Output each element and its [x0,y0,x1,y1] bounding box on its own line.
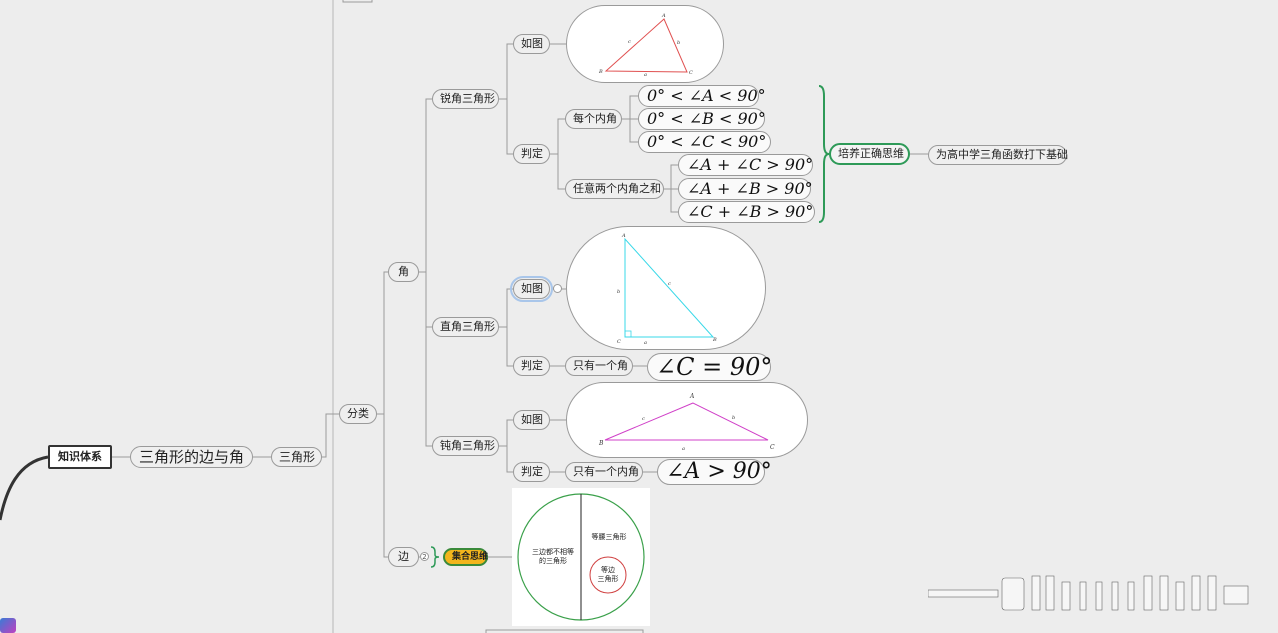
obtuse-side-b: b [732,415,735,421]
collapse-count: 2 [422,553,427,561]
obtuse-vertex-b: B [598,440,604,447]
condition-angle-c-text: 0° < ∠C < 90° [647,132,767,151]
right-vertex-b: B [712,337,717,343]
right-side-b: b [617,289,620,295]
condition-angle-c[interactable]: 0° < ∠C < 90° [638,131,771,153]
venn-diagram: 三边都不相等 的三角形 等腰三角形 等边 三角形 [512,488,650,626]
acute-vertex-b: B [598,69,603,75]
condition-sum-ab-text: ∠A + ∠B > 90° [687,179,813,198]
obtuse-triangle-shape [604,402,769,441]
right-side-a: a [644,340,647,346]
condition-angle-a[interactable]: 0° < ∠A < 90° [638,85,766,107]
right-side-c: c [668,281,671,287]
venn-inner-label-1: 等边 [601,565,615,574]
right-condition[interactable]: ∠C = 90° [647,353,773,381]
acute-side-a: a [644,72,647,78]
right-figure-node[interactable]: 如图 [510,276,553,302]
summary-note-node[interactable]: 为高中学三角函数打下基础 [928,145,1068,165]
condition-sum-ac-text: ∠A + ∠C > 90° [687,155,814,174]
set-thinking-label: 集合思维 [452,552,489,562]
angle-node[interactable]: 角 [388,262,419,282]
classify-node[interactable]: 分类 [339,404,377,424]
acute-triangle-label: 锐角三角形 [440,92,495,105]
obtuse-side-c: c [642,416,645,422]
right-triangle-node[interactable]: 直角三角形 [432,317,499,337]
set-thinking-node[interactable]: 集合思维 [443,548,488,566]
classify-label: 分类 [347,407,369,420]
right-vertex-a: A [621,233,626,239]
obtuse-condition-text: ∠A > 90° [666,459,772,484]
venn-inner-label-2: 三角形 [598,574,619,583]
side-node[interactable]: 边 [388,547,419,567]
acute-vertex-a: A [661,13,666,19]
angle-label: 角 [398,265,409,278]
condition-sum-ab[interactable]: ∠A + ∠B > 90° [678,178,813,200]
summary-note-label: 为高中学三角函数打下基础 [936,148,1068,161]
venn-left-label-2: 的三角形 [539,556,567,565]
sum-angle-label: 任意两个内角之和 [573,182,661,195]
obtuse-triangle-figure: A B C a b c [566,382,808,458]
right-angle-mark [624,330,632,338]
venn-left-label-1: 三边都不相等 [532,547,574,556]
condition-sum-cb-text: ∠C + ∠B > 90° [687,202,814,221]
right-condition-text: ∠C = 90° [656,353,773,381]
acute-vertex-c: C [689,70,693,76]
obtuse-side-a: a [682,446,685,452]
right-judge-label: 判定 [521,359,543,372]
obtuse-figure-node[interactable]: 如图 [513,410,550,430]
app-corner-icon[interactable] [0,618,16,633]
acute-side-b: b [677,40,680,46]
acute-triangle-node[interactable]: 锐角三角形 [432,89,499,109]
obtuse-only-one-label: 只有一个内角 [573,465,639,478]
acute-triangle-shape [604,18,688,73]
acute-judge-label: 判定 [521,147,543,160]
acute-figure-label: 如图 [521,37,543,50]
each-angle-node[interactable]: 每个内角 [565,109,622,129]
obtuse-condition[interactable]: ∠A > 90° [657,459,772,485]
condition-angle-b-text: 0° < ∠B < 90° [647,109,766,128]
obtuse-triangle-label: 钝角三角形 [440,439,495,452]
right-triangle-figure: A B C a b c [566,226,766,350]
obtuse-judge-label: 判定 [521,465,543,478]
condition-sum-ac[interactable]: ∠A + ∠C > 90° [678,154,813,176]
right-figure-collapse[interactable] [553,284,562,293]
obtuse-triangle-node[interactable]: 钝角三角形 [432,436,499,456]
root-node[interactable]: 知识体系 [48,445,112,469]
obtuse-only-one-node[interactable]: 只有一个内角 [565,462,643,482]
side-label: 边 [398,550,409,563]
triangle-node[interactable]: 三角形 [271,447,322,467]
right-only-one-label: 只有一个角 [573,359,628,372]
watermark-logo [928,575,1249,611]
right-figure-label: 如图 [521,282,543,295]
summary-node[interactable]: 培养正确思维 [829,143,910,165]
condition-angle-a-text: 0° < ∠A < 90° [647,86,766,105]
obtuse-figure-label: 如图 [521,413,543,426]
acute-judge-node[interactable]: 判定 [513,144,550,164]
condition-sum-cb[interactable]: ∠C + ∠B > 90° [678,201,815,223]
triangle-label: 三角形 [279,450,316,464]
right-triangle-shape [624,237,715,338]
topic-node[interactable]: 三角形的边与角 [130,446,253,468]
venn-right-label: 等腰三角形 [592,532,627,541]
right-only-one-node[interactable]: 只有一个角 [565,356,633,376]
obtuse-judge-node[interactable]: 判定 [513,462,550,482]
right-triangle-label: 直角三角形 [440,320,495,333]
right-vertex-c: C [617,339,621,345]
collapse-toggle[interactable]: 2 [420,552,429,561]
obtuse-vertex-c: C [770,444,775,451]
acute-triangle-figure: A B C a b c [566,5,724,83]
condition-angle-b[interactable]: 0° < ∠B < 90° [638,108,766,130]
obtuse-vertex-a: A [689,393,695,400]
topic-label: 三角形的边与角 [138,448,244,466]
right-judge-node[interactable]: 判定 [513,356,550,376]
each-angle-label: 每个内角 [573,112,617,125]
root-label: 知识体系 [58,450,102,463]
sum-angle-node[interactable]: 任意两个内角之和 [565,179,664,199]
summary-label: 培养正确思维 [838,147,904,160]
acute-side-c: c [628,39,631,45]
acute-figure-node[interactable]: 如图 [513,34,550,54]
